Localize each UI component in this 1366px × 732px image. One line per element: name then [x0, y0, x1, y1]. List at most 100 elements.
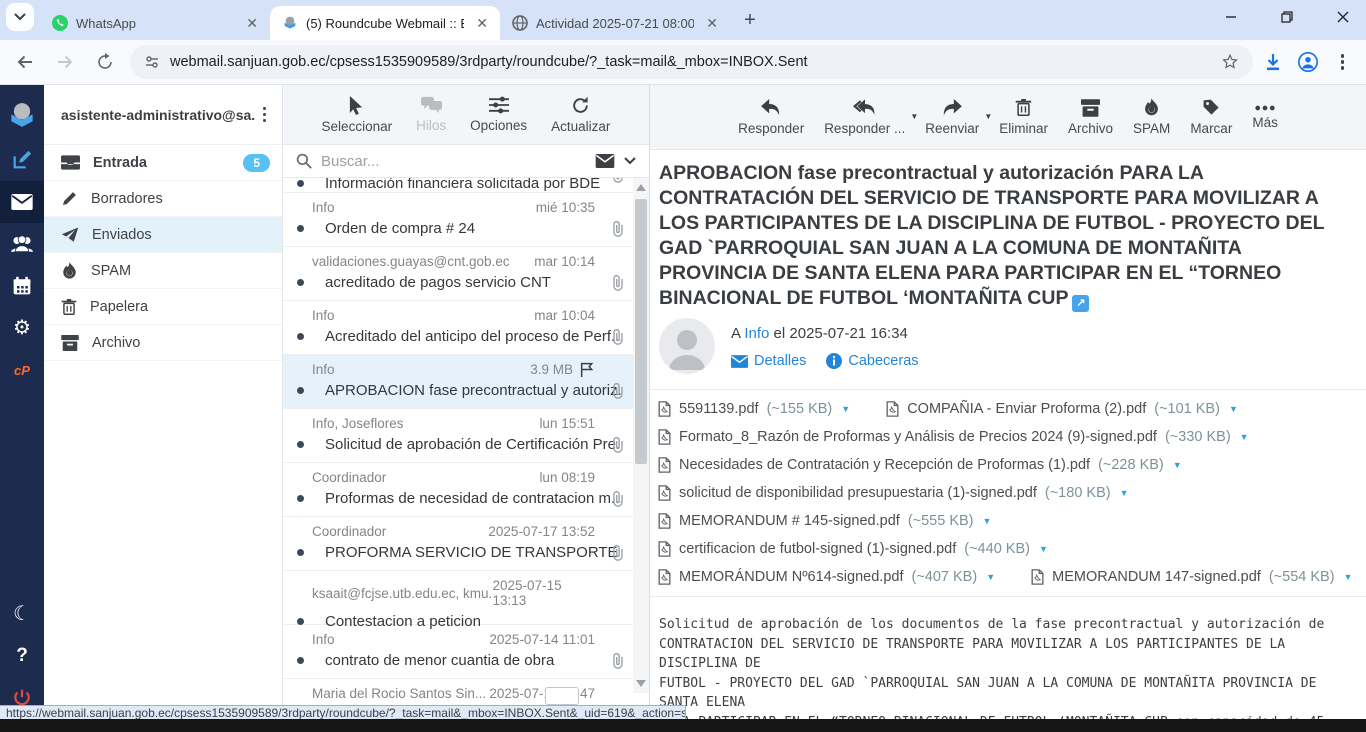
message-row[interactable]: Info, Josefloreslun 15:51 Solicitud de a… — [283, 409, 633, 463]
dropdown-caret-icon[interactable]: ▼ — [910, 112, 918, 121]
refresh-button[interactable] — [90, 47, 120, 77]
delete-button[interactable]: Eliminar — [999, 98, 1048, 136]
folder-borradores[interactable]: Borradores — [44, 181, 282, 217]
folder-label: Borradores — [91, 191, 270, 207]
profile-icon[interactable] — [1297, 51, 1319, 73]
attachment-icon — [611, 383, 625, 399]
message-row[interactable]: Info2025-07-14 11:01 contrato de menor c… — [283, 625, 633, 679]
refresh-list-button[interactable]: Actualizar — [551, 96, 610, 134]
attachment-menu-caret[interactable]: ▼ — [1120, 488, 1129, 498]
options-button[interactable]: Opciones — [470, 96, 527, 133]
threads-button[interactable]: Hilos — [416, 96, 446, 133]
folder-archivo[interactable]: Archivo — [44, 325, 282, 361]
scroll-up-arrow[interactable] — [636, 184, 646, 191]
bookmark-star-icon[interactable] — [1221, 53, 1239, 71]
scrollbar-thumb[interactable] — [635, 199, 647, 464]
roundcube-app: ⚙ cP ☾ ? asistente-administrativo@sa... … — [0, 85, 1366, 719]
attachment-item[interactable]: COMPAÑIA - Enviar Proforma (2).pdf(~101 … — [886, 401, 1238, 417]
select-button[interactable]: Seleccionar — [322, 96, 393, 134]
help-button[interactable]: ? — [0, 635, 44, 677]
attachment-name: Formato_8_Razón de Proformas y Análisis … — [679, 429, 1157, 445]
url-text[interactable]: webmail.sanjuan.gob.ec/cpsess1535909589/… — [170, 54, 1211, 70]
message-row[interactable]: Infomié 10:35 Orden de compra # 24 — [283, 193, 633, 247]
attachment-item[interactable]: Formato_8_Razón de Proformas y Análisis … — [658, 429, 1249, 445]
back-button[interactable] — [10, 47, 40, 77]
window-restore-button[interactable] — [1272, 4, 1302, 30]
reply-all-button[interactable]: ▼ Responder ... — [824, 99, 905, 136]
attachment-menu-caret[interactable]: ▼ — [1039, 544, 1048, 554]
archive-button[interactable]: Archivo — [1068, 99, 1113, 136]
dropdown-caret-icon[interactable]: ▼ — [984, 112, 992, 121]
tab-search-button[interactable] — [6, 3, 34, 31]
attachment-item[interactable]: 5591139.pdf(~155 KB)▼ — [658, 401, 850, 417]
page-jump-box[interactable] — [545, 687, 579, 705]
message-row[interactable]: Información financiera solicitada por BD… — [283, 178, 633, 193]
tab-roundcube-active[interactable]: (5) Roundcube Webmail :: Envia ✕ — [270, 6, 500, 40]
attachment-item[interactable]: MEMORÁNDUM Nº614-signed.pdf(~407 KB)▼ — [658, 569, 995, 585]
forward-button[interactable] — [50, 47, 80, 77]
more-button[interactable]: Más — [1252, 105, 1278, 130]
message-row-selected[interactable]: Info3.9 MB APROBACION fase precontractua… — [283, 355, 633, 409]
cpanel-button[interactable]: cP — [0, 349, 44, 391]
search-input[interactable] — [321, 153, 586, 170]
folder-papelera[interactable]: Papelera — [44, 289, 282, 325]
attachment-item[interactable]: Necesidades de Contratación y Recepción … — [658, 457, 1182, 473]
attachment-menu-caret[interactable]: ▼ — [841, 404, 850, 414]
recipient-link[interactable]: Info — [744, 325, 769, 342]
calendar-nav-button[interactable] — [0, 265, 44, 307]
dark-mode-toggle[interactable]: ☾ — [0, 593, 44, 635]
message-row[interactable]: Infomar 10:04 Acreditado del anticipo de… — [283, 301, 633, 355]
tab-actividad[interactable]: Actividad 2025-07-21 08:00:00 ✕ — [500, 6, 730, 40]
search-options-chevron-icon[interactable] — [624, 157, 636, 165]
tab-whatsapp[interactable]: WhatsApp ✕ — [40, 6, 270, 40]
spam-button[interactable]: SPAM — [1133, 98, 1170, 136]
tab-close-icon[interactable]: ✕ — [242, 15, 262, 32]
more-dots-icon — [1255, 105, 1275, 111]
list-scrollbar[interactable] — [633, 178, 649, 693]
forward-button[interactable]: ▼ Reenviar — [925, 99, 979, 136]
attachment-menu-caret[interactable]: ▼ — [1173, 460, 1182, 470]
attachment-menu-caret[interactable]: ▼ — [1240, 432, 1249, 442]
address-bar[interactable]: webmail.sanjuan.gob.ec/cpsess1535909589/… — [130, 45, 1253, 79]
folder-enviados[interactable]: Enviados — [44, 217, 282, 253]
contacts-nav-button[interactable] — [0, 223, 44, 265]
folder-spam[interactable]: SPAM — [44, 253, 282, 289]
tab-close-icon[interactable]: ✕ — [472, 15, 492, 32]
attachment-size: (~330 KB) — [1165, 429, 1231, 445]
account-header[interactable]: asistente-administrativo@sa... — [44, 85, 282, 145]
new-tab-button[interactable]: + — [736, 6, 764, 34]
browser-menu-icon[interactable] — [1333, 50, 1353, 74]
message-row[interactable]: Coordinador2025-07-17 13:52 PROFORMA SER… — [283, 517, 633, 571]
reply-button[interactable]: Responder — [738, 99, 804, 136]
attachment-menu-caret[interactable]: ▼ — [986, 572, 995, 582]
attachment-menu-caret[interactable]: ▼ — [1229, 404, 1238, 414]
downloads-icon[interactable] — [1263, 52, 1283, 72]
attachment-item[interactable]: MEMORANDUM # 145-signed.pdf(~555 KB)▼ — [658, 513, 991, 529]
settings-nav-button[interactable]: ⚙ — [0, 307, 44, 349]
window-close-button[interactable] — [1328, 4, 1358, 30]
site-info-icon[interactable] — [144, 54, 160, 70]
attachment-menu-caret[interactable]: ▼ — [983, 516, 992, 526]
attachment-item[interactable]: solicitud de disponibilidad presupuestar… — [658, 485, 1129, 501]
headers-toggle[interactable]: Cabeceras — [826, 353, 918, 369]
external-link-icon[interactable]: ↗ — [1072, 295, 1089, 312]
scroll-down-arrow[interactable] — [636, 680, 646, 687]
window-minimize-button[interactable] — [1216, 4, 1246, 30]
attachment-item[interactable]: certificacion de futbol-signed (1)-signe… — [658, 541, 1048, 557]
message-row[interactable]: ksaait@fcjse.utb.edu.ec, kmu...2025-07-1… — [283, 571, 633, 625]
tag-icon — [1202, 98, 1221, 117]
attachment-menu-caret[interactable]: ▼ — [1344, 572, 1353, 582]
mail-nav-button[interactable] — [0, 181, 44, 223]
search-bar[interactable] — [283, 145, 649, 178]
attachment-item[interactable]: MEMORANDUM 147-signed.pdf(~554 KB)▼ — [1031, 569, 1352, 585]
details-toggle[interactable]: Detalles — [731, 353, 806, 369]
folder-entrada[interactable]: Entrada 5 — [44, 145, 282, 181]
compose-button[interactable] — [0, 139, 44, 181]
message-row[interactable]: Coordinadorlun 08:19 Proformas de necesi… — [283, 463, 633, 517]
mark-button[interactable]: Marcar — [1190, 98, 1232, 136]
account-menu-icon[interactable] — [255, 103, 275, 127]
search-scope-mail-icon[interactable] — [595, 154, 615, 168]
message-row[interactable]: validaciones.guayas@cnt.gob.ecmar 10:14 … — [283, 247, 633, 301]
tab-close-icon[interactable]: ✕ — [702, 15, 722, 32]
status-bar: https://webmail.sanjuan.gob.ec/cpsess153… — [0, 705, 686, 720]
